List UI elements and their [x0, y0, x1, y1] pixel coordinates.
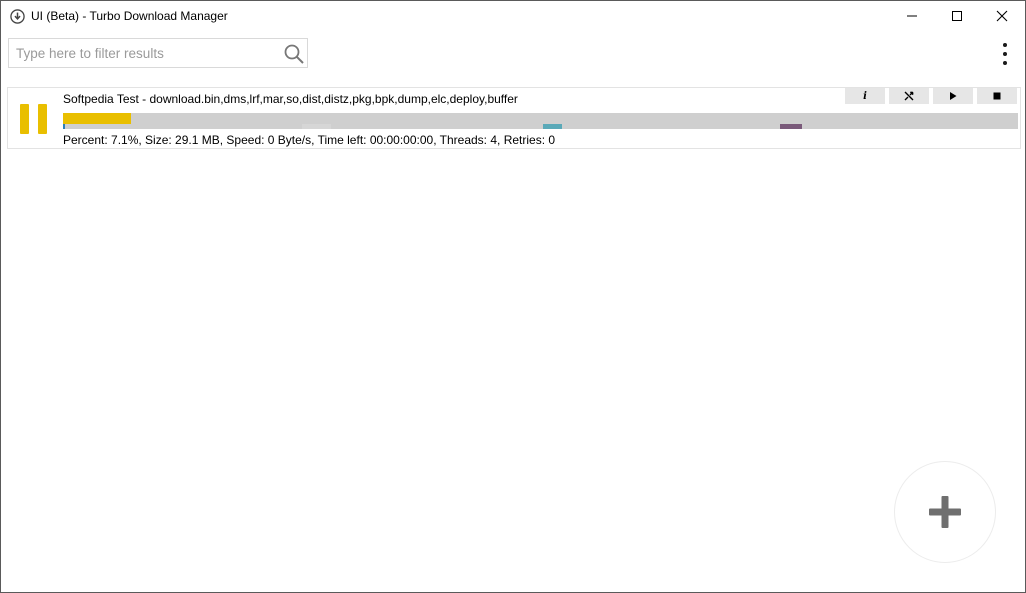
info-button[interactable]: i [845, 88, 885, 104]
download-progress-bar [63, 113, 1018, 129]
filter-input[interactable] [9, 39, 279, 67]
download-name: Softpedia Test - download.bin,dms,lrf,ma… [63, 92, 518, 106]
resume-button[interactable] [933, 88, 973, 104]
thread-segment-2 [543, 124, 562, 129]
title-bar[interactable]: UI (Beta) - Turbo Download Manager [1, 1, 1025, 31]
progress-fill [63, 113, 131, 124]
search-icon[interactable] [283, 43, 305, 65]
dot-icon [1003, 43, 1007, 47]
info-icon: i [863, 90, 867, 102]
maximize-icon [952, 11, 962, 21]
dot-icon [1003, 52, 1007, 56]
download-status: Percent: 7.1%, Size: 29.1 MB, Speed: 0 B… [63, 133, 556, 147]
stop-button[interactable] [977, 88, 1017, 104]
close-button[interactable] [979, 1, 1025, 31]
minimize-icon [907, 15, 917, 17]
plus-icon [929, 496, 961, 528]
download-actions: i [845, 88, 1017, 104]
maximize-button[interactable] [934, 1, 980, 31]
add-download-button[interactable] [894, 461, 996, 563]
thread-segment-3 [780, 124, 802, 129]
download-app-icon [10, 9, 25, 24]
app-window: UI (Beta) - Turbo Download Manager Softp… [0, 0, 1026, 593]
dot-icon [1003, 61, 1007, 65]
stop-icon [993, 92, 1001, 100]
thread-segment-1 [63, 124, 65, 129]
thread-track [302, 124, 331, 129]
more-options-button[interactable] [994, 41, 1016, 67]
pause-icon[interactable] [20, 104, 48, 134]
download-item[interactable]: Softpedia Test - download.bin,dms,lrf,ma… [7, 87, 1021, 149]
close-icon [996, 10, 1008, 22]
tools-icon [904, 91, 914, 101]
minimize-button[interactable] [889, 1, 935, 31]
tools-button[interactable] [889, 88, 929, 104]
play-icon [950, 92, 957, 100]
window-title: UI (Beta) - Turbo Download Manager [31, 9, 228, 23]
filter-box [8, 38, 308, 68]
